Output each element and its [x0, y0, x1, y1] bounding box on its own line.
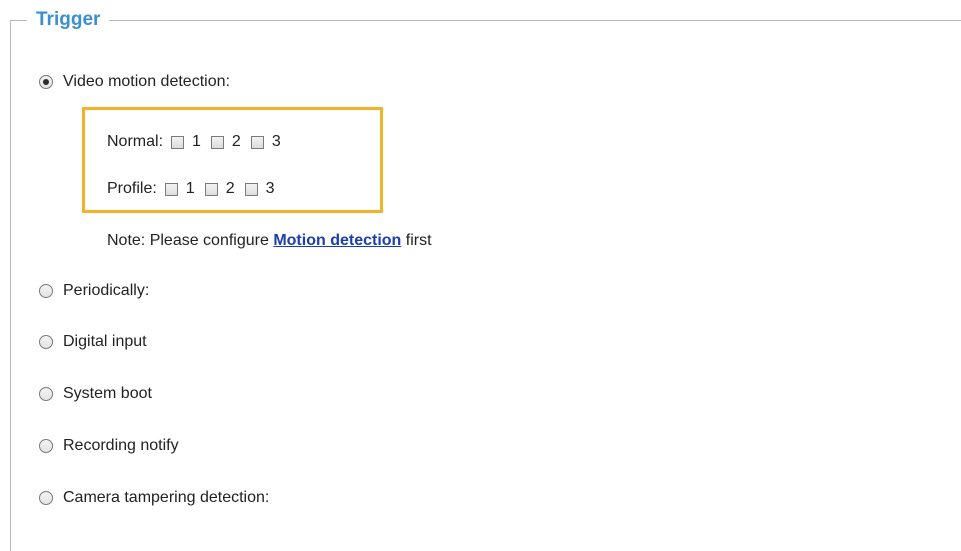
motion-detection-link[interactable]: Motion detection [273, 232, 401, 249]
profile-checkbox-3[interactable] [244, 182, 258, 196]
profile-option-2-label: 2 [225, 180, 235, 197]
system-boot-radio[interactable] [39, 387, 53, 401]
video-motion-label: Video motion detection: [63, 73, 230, 90]
camera-tampering-radio[interactable] [39, 491, 53, 505]
periodically-label: Periodically: [63, 282, 150, 299]
video-motion-radio[interactable] [39, 75, 53, 89]
profile-option-3-label: 3 [265, 180, 275, 197]
normal-option-2-label: 2 [231, 133, 241, 150]
profile-row: Profile: 1 2 3 [107, 177, 285, 201]
digital-input-label: Digital input [63, 333, 147, 350]
recording-notify-radio[interactable] [39, 439, 53, 453]
periodically-option[interactable]: Periodically: [39, 279, 149, 303]
digital-input-option[interactable]: Digital input [39, 330, 147, 354]
trigger-fieldset [10, 20, 961, 551]
recording-notify-option[interactable]: Recording notify [39, 434, 179, 458]
profile-checkbox-1[interactable] [164, 182, 178, 196]
profile-label: Profile: [107, 180, 157, 197]
note-suffix: first [401, 232, 432, 249]
periodically-radio[interactable] [39, 284, 53, 298]
normal-option-3-label: 3 [271, 133, 281, 150]
note-prefix: Note: Please configure [107, 232, 274, 249]
normal-label: Normal: [107, 133, 164, 150]
profile-option-1-label: 1 [185, 180, 195, 197]
video-motion-option[interactable]: Video motion detection: [39, 70, 230, 94]
fieldset-legend: Trigger [27, 8, 110, 32]
profile-checkbox-2[interactable] [204, 182, 218, 196]
normal-checkbox-3[interactable] [250, 135, 264, 149]
system-boot-label: System boot [63, 385, 152, 402]
recording-notify-label: Recording notify [63, 437, 179, 454]
normal-option-1-label: 1 [192, 133, 201, 150]
camera-tampering-option[interactable]: Camera tampering detection: [39, 486, 269, 510]
system-boot-option[interactable]: System boot [39, 382, 152, 406]
motion-note: Note: Please configure Motion detection … [107, 229, 432, 253]
digital-input-radio[interactable] [39, 335, 53, 349]
normal-checkbox-2[interactable] [210, 135, 224, 149]
camera-tampering-label: Camera tampering detection: [63, 489, 270, 506]
normal-row: Normal: 1 2 3 [107, 130, 291, 154]
normal-checkbox-1[interactable] [171, 135, 185, 149]
